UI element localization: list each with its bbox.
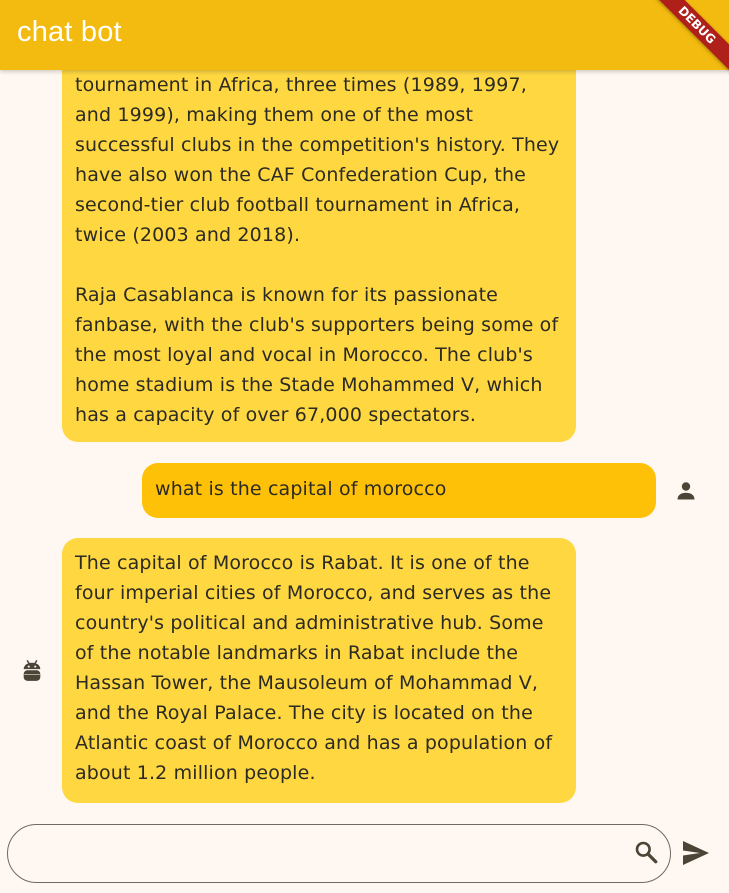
message-input[interactable] [26,833,630,875]
message-input-container[interactable] [7,824,671,883]
app-title: chat bot [17,16,122,48]
person-icon [677,482,695,500]
user-message-bubble: what is the capital of morocco [142,463,656,518]
bot-message-bubble: tournament in Africa, three times (1989,… [62,10,576,442]
android-icon [23,660,41,681]
search-icon[interactable] [633,839,659,865]
chat-messages-area[interactable]: tournament in Africa, three times (1989,… [0,0,729,893]
send-icon[interactable] [682,840,710,866]
debug-label: DEBUG [649,0,729,80]
app-bar: chat bot [0,0,729,70]
composer-row [0,812,729,893]
debug-banner: DEBUG [649,0,729,80]
bot-message-bubble: The capital of Morocco is Rabat. It is o… [62,538,576,803]
